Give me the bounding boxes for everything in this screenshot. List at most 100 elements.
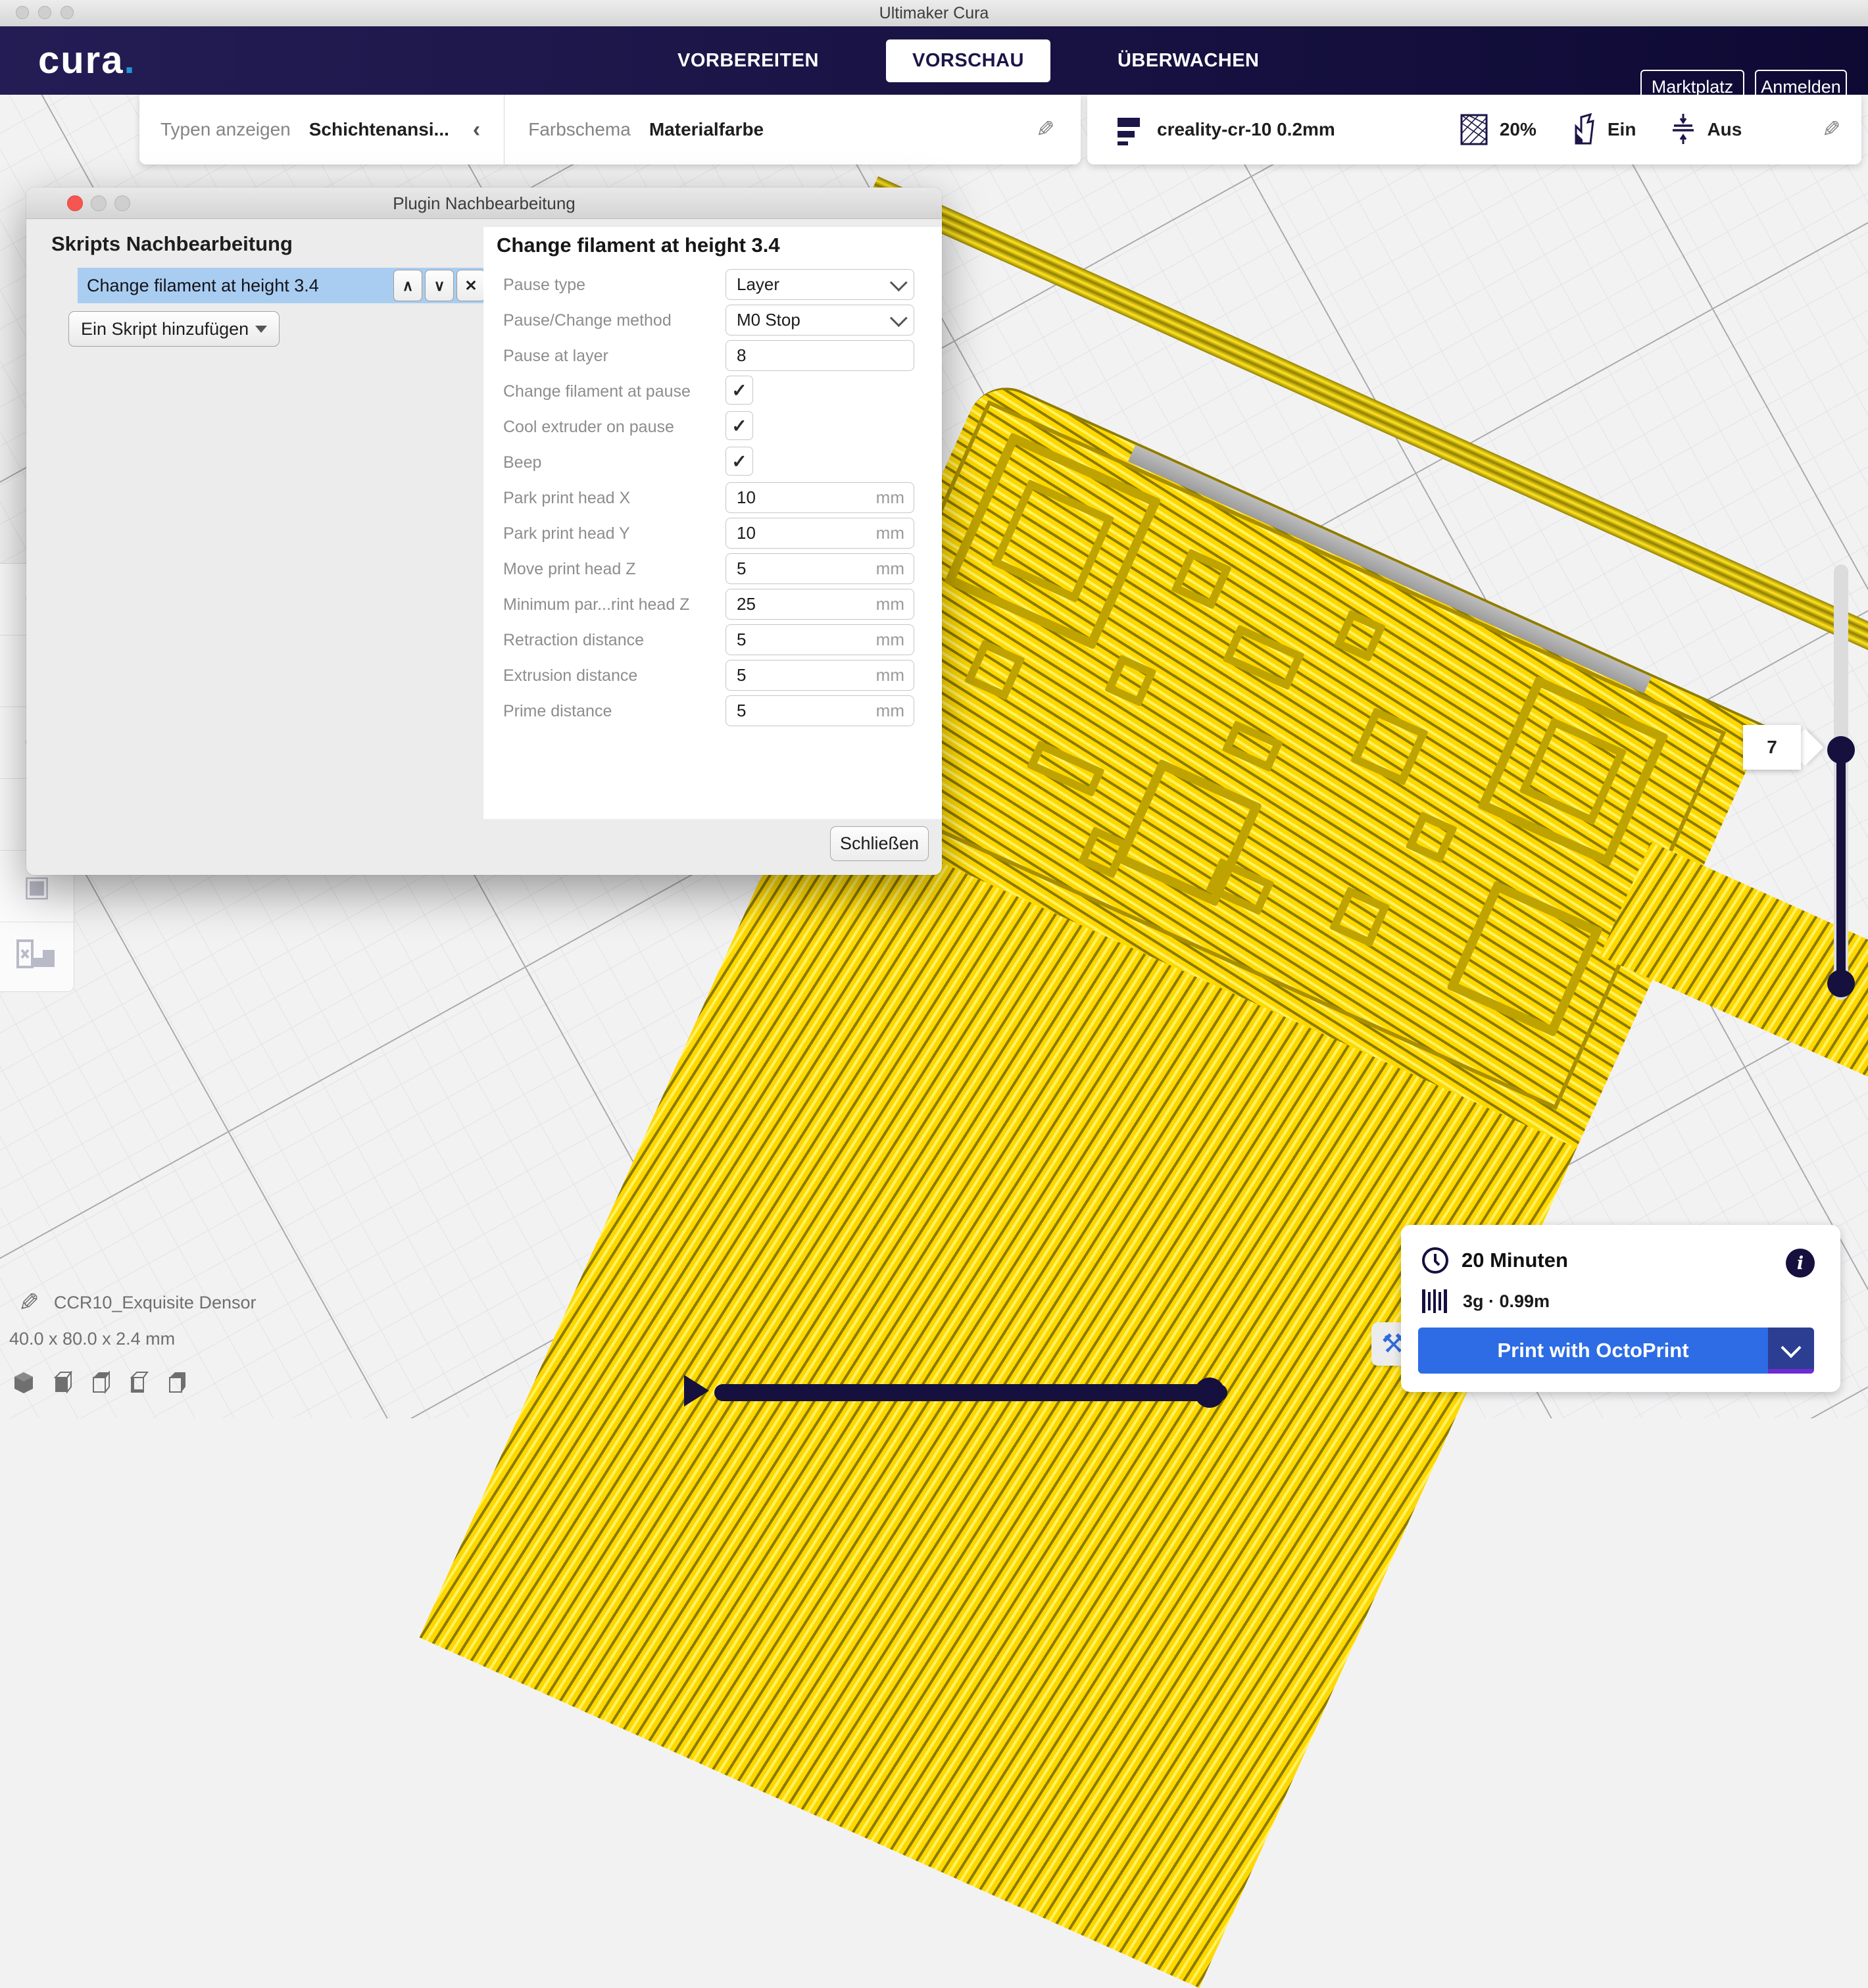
remove-script-button[interactable]: ✕ [456, 270, 485, 301]
tab-vorbereiten[interactable]: VORBEREITEN [651, 39, 845, 82]
field-unit: mm [876, 487, 914, 508]
collapse-chevron-icon[interactable]: ‹ [473, 117, 480, 143]
color-scheme-dropdown[interactable]: Materialfarbe [649, 119, 764, 140]
window-title: Ultimaker Cura [0, 4, 1868, 23]
print-button-group: Print with OctoPrint [1418, 1328, 1814, 1374]
field-value: M0 Stop [726, 310, 891, 330]
clock-icon [1421, 1246, 1450, 1275]
model-info: ✎ CCR10_Exquisite Densor [18, 1288, 256, 1318]
view-3d-icon[interactable] [13, 1371, 34, 1395]
material-spool-icon [1421, 1288, 1450, 1314]
field-value: 25 [726, 594, 876, 614]
simulation-timeline-handle[interactable] [1194, 1378, 1225, 1408]
layer-slider-upper-handle[interactable] [1827, 736, 1855, 764]
chevron-down-icon [1781, 1337, 1801, 1358]
number-field[interactable]: 5mm [725, 553, 914, 584]
print-settings-toolbar[interactable]: creality-cr-10 0.2mm 20% Ein Aus ✎ [1087, 95, 1861, 164]
cura-application-window: ✥ ⤢ ⟳ ⇔ ▣ Ultimaker Cura cura. VORBEREIT… [0, 0, 1868, 1418]
script-item-label: Change filament at height 3.4 [78, 276, 319, 296]
add-script-dropdown-button[interactable]: Ein Skript hinzufügen [68, 311, 280, 347]
field-label: Pause type [503, 276, 585, 295]
dropdown-field[interactable]: Layer [725, 269, 914, 300]
move-script-down-button[interactable]: ∨ [425, 270, 454, 301]
number-field[interactable]: 5mm [725, 660, 914, 691]
checkbox[interactable]: ✓ [725, 411, 753, 440]
post-processing-dialog: Plugin Nachbearbeitung Skripts Nachbearb… [26, 187, 942, 875]
main-header: cura. VORBEREITEN VORSCHAU ÜBERWACHEN Ma… [0, 26, 1868, 95]
model-name: CCR10_Exquisite Densor [54, 1293, 257, 1313]
number-field[interactable]: 10mm [725, 482, 914, 513]
number-field[interactable]: 10mm [725, 518, 914, 549]
form-row: Minimum par...rint head Z 25mm [483, 587, 942, 623]
checkbox[interactable]: ✓ [725, 447, 753, 476]
edit-print-settings-icon[interactable]: ✎ [1822, 116, 1841, 143]
material-usage: 3g · 0.99m [1463, 1291, 1550, 1312]
dialog-titlebar[interactable]: Plugin Nachbearbeitung [26, 187, 942, 219]
sign-in-button[interactable]: Anmelden [1755, 70, 1847, 104]
edit-pencil-icon[interactable]: ✎ [1036, 116, 1055, 143]
field-value: 5 [726, 701, 876, 721]
close-dialog-button[interactable]: Schließen [830, 826, 929, 861]
script-settings-panel: Change filament at height 3.4 Pause type… [483, 227, 942, 819]
marketplace-button[interactable]: Marktplatz [1640, 70, 1744, 104]
number-field[interactable]: 5mm [725, 624, 914, 655]
dropdown-field[interactable]: M0 Stop [725, 305, 914, 335]
print-time-estimate: 20 Minuten [1462, 1249, 1568, 1272]
field-value: 5 [726, 665, 876, 685]
rename-model-pencil-icon[interactable]: ✎ [18, 1288, 39, 1318]
number-field[interactable]: 8 [725, 340, 914, 371]
support-blocker-icon [16, 939, 57, 976]
stage-tabs: VORBEREITEN VORSCHAU ÜBERWACHEN [651, 26, 1286, 95]
view-left-icon[interactable] [128, 1371, 149, 1395]
model-dimensions: 40.0 x 80.0 x 2.4 mm [9, 1329, 175, 1349]
field-label: Retraction distance [503, 631, 644, 650]
form-row: Park print head X10mm [483, 481, 942, 516]
tab-ueberwachen[interactable]: ÜBERWACHEN [1091, 39, 1286, 82]
field-unit: mm [876, 630, 914, 650]
checkbox[interactable]: ✓ [725, 376, 753, 405]
field-unit: mm [876, 523, 914, 543]
logo-dot: . [124, 39, 136, 82]
chevron-down-icon: ∨ [434, 277, 445, 295]
field-label: Cool extruder on pause [503, 418, 674, 437]
support-blocker-button[interactable] [0, 922, 74, 993]
close-icon: ✕ [464, 277, 477, 295]
checkmark-icon: ✓ [731, 451, 747, 472]
adhesion-value: Aus [1707, 119, 1742, 140]
number-field[interactable]: 5mm [725, 695, 914, 726]
form-row: Extrusion distance5mm [483, 659, 942, 694]
number-field[interactable]: 25mm [725, 589, 914, 620]
form-row: Cool extruder on pause ✓ [483, 410, 942, 445]
tab-vorschau[interactable]: VORSCHAU [886, 39, 1050, 82]
cura-logo: cura. [38, 38, 136, 82]
support-icon [1571, 113, 1597, 146]
info-icon[interactable]: i [1786, 1249, 1815, 1278]
view-top-icon[interactable] [89, 1371, 111, 1395]
field-label: Minimum par...rint head Z [503, 595, 689, 614]
move-script-up-button[interactable]: ∧ [393, 270, 422, 301]
field-unit: mm [876, 701, 914, 721]
print-options-dropdown-button[interactable] [1768, 1328, 1814, 1374]
form-row: Beep✓ [483, 445, 942, 481]
script-list-item-selected[interactable]: Change filament at height 3.4 ∧ ∨ ✕ [78, 268, 488, 303]
field-value: 10 [726, 487, 876, 508]
print-with-octoprint-button[interactable]: Print with OctoPrint [1418, 1328, 1768, 1374]
layer-number-tooltip[interactable]: 7 [1743, 725, 1801, 770]
form-row: Park print head Y 10mm [483, 516, 942, 552]
simulation-timeline-track[interactable] [714, 1384, 1227, 1401]
field-unit: mm [876, 559, 914, 579]
play-button[interactable] [684, 1375, 709, 1406]
printer-profile-value: creality-cr-10 0.2mm [1157, 119, 1335, 140]
field-label: Park print head Y [503, 524, 630, 543]
chevron-down-icon [890, 274, 908, 291]
field-value: 5 [726, 630, 876, 650]
form-row: Pause/Change methodM0 Stop [483, 303, 942, 339]
field-label: Prime distance [503, 702, 612, 721]
view-right-icon[interactable] [166, 1371, 187, 1395]
form-row: Pause type Layer [483, 268, 942, 303]
layer-slider-lower-handle[interactable] [1827, 970, 1855, 997]
view-type-dropdown[interactable]: Schichtenansi... [309, 119, 449, 140]
checkmark-icon: ✓ [731, 415, 747, 437]
view-front-icon[interactable] [51, 1371, 72, 1395]
field-unit: mm [876, 594, 914, 614]
